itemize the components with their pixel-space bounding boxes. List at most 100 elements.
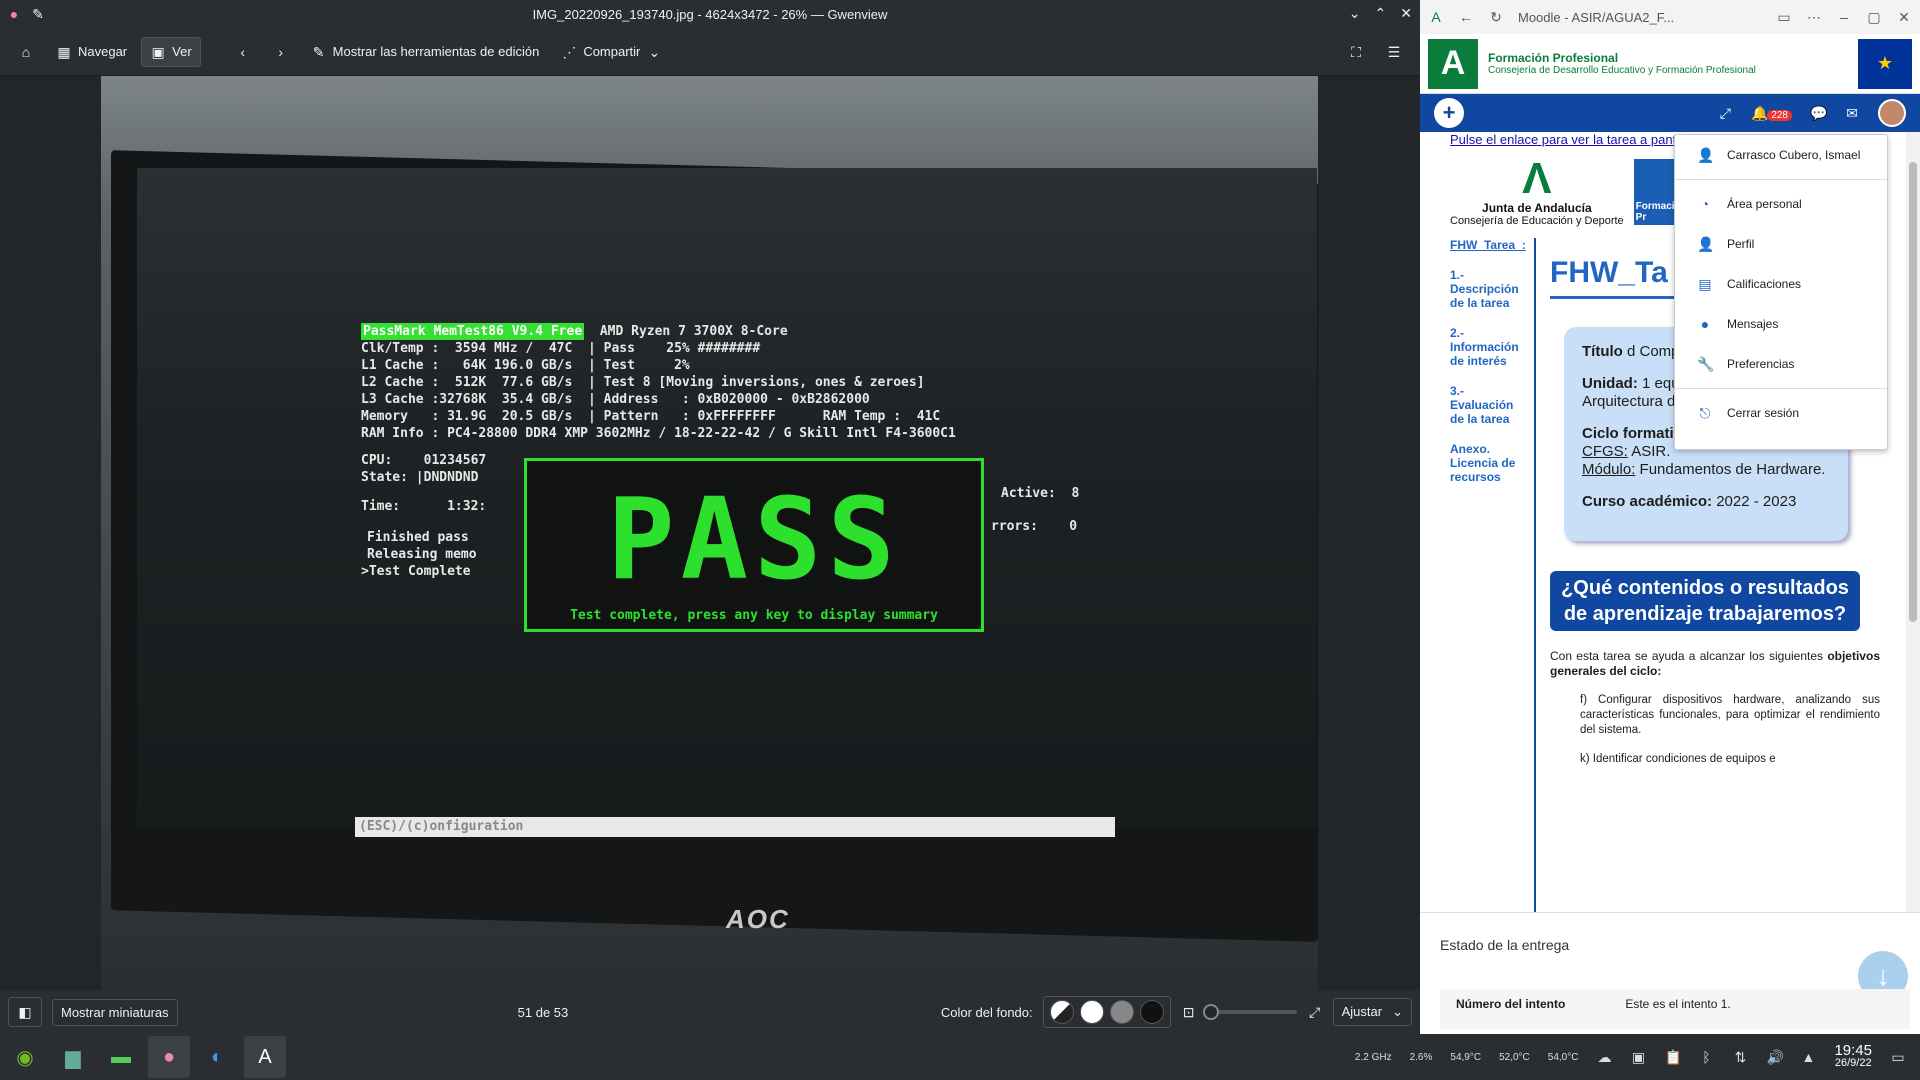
add-button[interactable]: + xyxy=(1434,98,1464,128)
edge-task-icon[interactable]: ◐ xyxy=(196,1036,238,1078)
notifications-button[interactable]: 🔔 228 xyxy=(1751,105,1792,121)
image-counter: 51 de 53 xyxy=(517,1004,569,1020)
attempt-label: Número del intento xyxy=(1456,997,1566,1011)
close-icon[interactable]: ✕ xyxy=(1400,5,1412,22)
memtest-screen: PassMark MemTest86 V9.4 Free AMD Ryzen 7… xyxy=(355,323,1121,837)
divider xyxy=(1534,238,1536,912)
show-thumbnails-button[interactable]: Mostrar miniaturas xyxy=(52,998,178,1026)
intro-paragraph: Con esta tarea se ayuda a alcanzar los s… xyxy=(1550,649,1880,679)
fullscreen-button[interactable]: ⛶ xyxy=(1340,38,1372,66)
console-icon[interactable]: ▣ xyxy=(1630,1049,1646,1065)
prev-button[interactable]: ‹ xyxy=(227,38,259,66)
memtest-header: PassMark MemTest86 V9.4 Free xyxy=(361,323,585,340)
avatar[interactable] xyxy=(1878,99,1906,127)
bg-auto-swatch[interactable] xyxy=(1049,1000,1074,1024)
toc-item[interactable]: 1.- Descripción de la tarea xyxy=(1450,268,1530,310)
moodle-task-icon[interactable]: A xyxy=(244,1036,286,1078)
bg-gray-swatch[interactable] xyxy=(1109,1000,1134,1024)
ja-name: Junta de Andalucía xyxy=(1482,201,1592,215)
menu-perfil[interactable]: 👤 Perfil xyxy=(1675,224,1887,264)
tray-expand-icon[interactable]: ▲ xyxy=(1800,1049,1816,1065)
mt-line: RAM Info : PC4-28800 DDR4 XMP 3602MHz / … xyxy=(361,426,956,441)
mail-icon[interactable]: ✉ xyxy=(1844,105,1860,121)
minimize-icon[interactable]: ⌄ xyxy=(1349,5,1361,22)
moodle-tab-icon: A xyxy=(1431,9,1441,25)
zoom-full-icon[interactable]: ⤢ xyxy=(1307,1004,1323,1020)
cast-icon[interactable]: ▭ xyxy=(1776,9,1792,25)
close-icon[interactable]: ✕ xyxy=(1896,9,1912,25)
network-icon[interactable]: ⇅ xyxy=(1732,1049,1748,1065)
minimize-icon[interactable]: – xyxy=(1836,9,1852,25)
toc-item[interactable]: Anexo. Licencia de recursos xyxy=(1450,442,1530,484)
unidad-label: Unidad: xyxy=(1582,375,1638,392)
home-button[interactable]: ⌂ xyxy=(10,38,42,66)
share-button[interactable]: ⋰ Compartir ⌄ xyxy=(553,38,670,66)
zoom-slider[interactable] xyxy=(1202,1004,1297,1020)
menu-preferencias[interactable]: 🔧 Preferencias xyxy=(1675,344,1887,384)
desktop-icon[interactable]: ▆ xyxy=(52,1036,94,1078)
attempt-row: Número del intento Este es el intento 1. xyxy=(1440,989,1910,1029)
cpu-frequency: 2.2 GHz xyxy=(1354,1051,1392,1063)
edit-tools-button[interactable]: ✎ Mostrar las herramientas de edición xyxy=(303,38,548,66)
maximize-icon[interactable]: ⌃ xyxy=(1375,5,1387,22)
window-title: IMG_20220926_193740.jpg - 4624x3472 - 26… xyxy=(532,6,888,22)
status-bar: ◧ Mostrar miniaturas 51 de 53 Color del … xyxy=(0,990,1420,1034)
bluetooth-icon[interactable]: ᛒ xyxy=(1698,1049,1714,1065)
chevron-down-icon: ⌄ xyxy=(1392,1004,1403,1019)
user-menu: 👤 Carrasco Cubero, Ismael ◔ Área personal … xyxy=(1674,134,1888,450)
ver-button[interactable]: ▣ Ver xyxy=(141,36,201,67)
menu-label: Área personal xyxy=(1727,197,1802,211)
menu-logout[interactable]: ⎋ Cerrar sesión xyxy=(1675,393,1887,433)
junta-logo: A xyxy=(1428,38,1478,89)
toc-item[interactable]: FHW_Tarea_: xyxy=(1450,238,1530,252)
bg-color-label: Color del fondo: xyxy=(940,1004,1033,1020)
clipboard-icon[interactable]: 📋 xyxy=(1664,1049,1681,1065)
cloud-icon[interactable]: ☁ xyxy=(1596,1049,1612,1065)
expand-icon[interactable]: ⤢ xyxy=(1717,105,1733,121)
chat-icon[interactable]: 💬 xyxy=(1810,105,1827,121)
toc-item[interactable]: 2.- Información de interés xyxy=(1450,326,1530,368)
user-icon: 👤 xyxy=(1697,147,1715,163)
menu-area-personal[interactable]: ◔ Área personal xyxy=(1675,184,1887,224)
fit-select[interactable]: Ajustar ⌄ xyxy=(1332,998,1412,1026)
zoom-fit-icon[interactable]: ⊡ xyxy=(1181,1004,1197,1020)
next-button[interactable]: › xyxy=(265,38,297,66)
clock[interactable]: 19:45 26/9/22 xyxy=(1834,1043,1872,1070)
show-desktop-icon[interactable]: ▭ xyxy=(1890,1049,1906,1065)
volume-icon[interactable]: 🔊 xyxy=(1766,1049,1783,1065)
menu-label: Perfil xyxy=(1727,237,1755,251)
back-icon[interactable]: ← xyxy=(1458,9,1474,25)
menu-calificaciones[interactable]: ▤ Calificaciones xyxy=(1675,264,1887,304)
sidebar-icon: ◧ xyxy=(18,1004,32,1020)
mt-line: L1 Cache : 64K 196.0 GB/s | Test 2% xyxy=(361,358,690,373)
share-icon: ⋰ xyxy=(562,43,577,60)
eu-logo: ★ xyxy=(1858,38,1912,89)
junta-andalucia-logo: Λ Junta de Andalucía Consejería de Educa… xyxy=(1450,154,1624,228)
scrollbar[interactable] xyxy=(1906,132,1920,912)
app-icon: ● xyxy=(9,6,19,22)
curso-label: Curso académico: xyxy=(1582,493,1713,510)
grid-icon: ▦ xyxy=(57,43,71,60)
title-bar: ● ✎ IMG_20220926_193740.jpg - 4624x3472 -… xyxy=(0,0,1420,28)
sidebar-toggle[interactable]: ◧ xyxy=(8,997,42,1027)
bg-color-group xyxy=(1042,996,1171,1028)
gwenview-task-icon[interactable]: ● xyxy=(148,1036,190,1078)
image-viewport[interactable]: PassMark MemTest86 V9.4 Free AMD Ryzen 7… xyxy=(0,76,1420,990)
toc-item[interactable]: 3.- Evaluación de la tarea xyxy=(1450,384,1530,426)
bg-white-swatch[interactable] xyxy=(1079,1000,1104,1024)
refresh-icon[interactable]: ↻ xyxy=(1488,9,1504,25)
ja-sub: Consejería de Educación y Deporte xyxy=(1450,215,1624,227)
bg-black-swatch[interactable] xyxy=(1139,1000,1164,1024)
navegar-button[interactable]: ▦ Navegar xyxy=(48,38,135,66)
terminal-icon[interactable]: ▬ xyxy=(100,1036,142,1078)
menu-mensajes[interactable]: ● Mensajes xyxy=(1675,304,1887,344)
maximize-icon[interactable]: ▢ xyxy=(1866,9,1882,25)
app-launcher-icon[interactable]: ◉ xyxy=(4,1036,46,1078)
pin-icon[interactable]: ✎ xyxy=(30,6,46,22)
user-name-item[interactable]: 👤 Carrasco Cubero, Ismael xyxy=(1675,135,1887,175)
cpu-model: AMD Ryzen 7 3700X 8-Core xyxy=(599,324,788,339)
edit-label: Mostrar las herramientas de edición xyxy=(332,44,540,59)
menu-button[interactable]: ☰ xyxy=(1378,38,1410,66)
more-icon[interactable]: ⋯ xyxy=(1806,9,1822,25)
mt-line: Memory : 31.9G 20.5 GB/s | Pattern : 0xF… xyxy=(361,409,941,424)
